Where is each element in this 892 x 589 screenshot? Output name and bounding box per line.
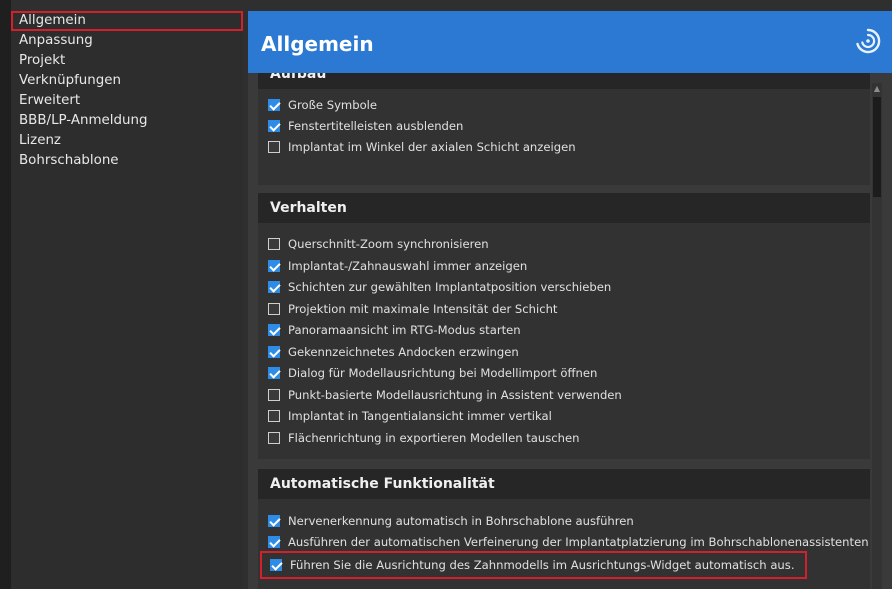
sidebar-item-allgemein[interactable]: Allgemein	[11, 11, 243, 31]
option-automatische-verfeinerung[interactable]: Ausführen der automatischen Verfeinerung…	[268, 532, 869, 552]
checkbox[interactable]	[268, 536, 280, 548]
option-label: Implantat im Winkel der axialen Schicht …	[288, 140, 576, 154]
page-header: Allgemein	[248, 11, 892, 73]
option-fenstertitelleisten[interactable]: Fenstertitelleisten ausblenden	[268, 116, 463, 136]
sidebar-item-bohrschablone[interactable]: Bohrschablone	[11, 151, 243, 171]
checkbox[interactable]	[268, 99, 280, 111]
option-nervenerkennung[interactable]: Nervenerkennung automatisch in Bohrschab…	[268, 511, 634, 531]
sidebar-item-lizenz[interactable]: Lizenz	[11, 131, 243, 151]
checkbox[interactable]	[268, 410, 280, 422]
option-label: Führen Sie die Ausrichtung des Zahnmodel…	[290, 558, 795, 572]
section-title: Aufbau	[258, 73, 870, 89]
scrollbar-thumb[interactable]	[873, 97, 881, 197]
checkbox[interactable]	[268, 324, 280, 336]
settings-sidebar: Allgemein Anpassung Projekt Verknüpfunge…	[11, 11, 243, 589]
option-schichten-verschieben[interactable]: Schichten zur gewählten Implantatpositio…	[268, 277, 611, 297]
vertical-scrollbar[interactable]: ▲	[872, 83, 882, 589]
option-label: Gekennzeichnetes Andocken erzwingen	[288, 345, 519, 359]
option-implantat-winkel[interactable]: Implantat im Winkel der axialen Schicht …	[268, 137, 576, 157]
checkbox[interactable]	[268, 432, 280, 444]
settings-content: Aufbau Große Symbole Fenstertitelleisten…	[258, 73, 870, 589]
option-label: Implantat in Tangentialansicht immer ver…	[288, 409, 552, 423]
option-label: Implantat-/Zahnauswahl immer anzeigen	[288, 259, 528, 273]
settings-window: Allgemein Anpassung Projekt Verknüpfunge…	[0, 0, 892, 589]
sidebar-item-projekt[interactable]: Projekt	[11, 51, 243, 71]
checkbox[interactable]	[270, 559, 282, 571]
scroll-up-arrow-icon[interactable]: ▲	[872, 83, 882, 95]
section-title: Automatische Funktionalität	[258, 469, 870, 499]
section-automatische-funktionalitaet: Automatische Funktionalität Nervenerkenn…	[258, 469, 870, 589]
option-grosse-symbole[interactable]: Große Symbole	[268, 95, 377, 115]
checkbox[interactable]	[268, 260, 280, 272]
option-flaechenrichtung[interactable]: Flächenrichtung in exportieren Modellen …	[268, 428, 579, 448]
sidebar-item-verknuepfungen[interactable]: Verknüpfungen	[11, 71, 243, 91]
checkbox[interactable]	[268, 120, 280, 132]
checkbox[interactable]	[268, 141, 280, 153]
option-punkt-basierte-ausrichtung[interactable]: Punkt-basierte Modellausrichtung in Assi…	[268, 385, 622, 405]
option-label: Ausführen der automatischen Verfeinerung…	[288, 535, 869, 549]
checkbox[interactable]	[268, 515, 280, 527]
option-querschnitt-zoom[interactable]: Querschnitt-Zoom synchronisieren	[268, 234, 489, 254]
option-panoramaansicht[interactable]: Panoramaansicht im RTG-Modus starten	[268, 320, 521, 340]
settings-main-panel: Allgemein Aufbau Große Symbole Fensterti…	[248, 11, 892, 589]
option-label: Punkt-basierte Modellausrichtung in Assi…	[288, 388, 622, 402]
option-label: Schichten zur gewählten Implantatpositio…	[288, 280, 612, 294]
option-zahnmodell-ausrichtung[interactable]: Führen Sie die Ausrichtung des Zahnmodel…	[260, 551, 807, 579]
option-andocken-erzwingen[interactable]: Gekennzeichnetes Andocken erzwingen	[268, 342, 519, 362]
option-label: Querschnitt-Zoom synchronisieren	[288, 237, 489, 251]
option-implantat-vertikal[interactable]: Implantat in Tangentialansicht immer ver…	[268, 406, 552, 426]
checkbox[interactable]	[268, 346, 280, 358]
option-label: Flächenrichtung in exportieren Modellen …	[288, 431, 580, 445]
checkbox[interactable]	[268, 281, 280, 293]
option-label: Projektion mit maximale Intensität der S…	[288, 302, 558, 316]
section-title: Verhalten	[258, 193, 870, 223]
checkbox[interactable]	[268, 367, 280, 379]
option-label: Dialog für Modellausrichtung bei Modelli…	[288, 366, 598, 380]
section-aufbau: Aufbau Große Symbole Fenstertitelleisten…	[258, 73, 870, 185]
sidebar-item-bbb-lp-anmeldung[interactable]: BBB/LP-Anmeldung	[11, 111, 243, 131]
checkbox[interactable]	[268, 238, 280, 250]
option-label: Nervenerkennung automatisch in Bohrschab…	[288, 514, 634, 528]
spiral-logo-icon	[856, 28, 881, 54]
checkbox[interactable]	[268, 303, 280, 315]
option-label: Große Symbole	[288, 98, 378, 112]
sidebar-item-erweitert[interactable]: Erweitert	[11, 91, 243, 111]
page-title: Allgemein	[261, 32, 374, 56]
checkbox[interactable]	[268, 389, 280, 401]
option-label: Fenstertitelleisten ausblenden	[288, 119, 464, 133]
option-label: Panoramaansicht im RTG-Modus starten	[288, 323, 521, 337]
sidebar-item-anpassung[interactable]: Anpassung	[11, 31, 243, 51]
option-dialog-modellausrichtung[interactable]: Dialog für Modellausrichtung bei Modelli…	[268, 363, 597, 383]
option-implantat-zahnauswahl[interactable]: Implantat-/Zahnauswahl immer anzeigen	[268, 256, 527, 276]
option-projektion-intensitaet[interactable]: Projektion mit maximale Intensität der S…	[268, 299, 557, 319]
window-edge	[0, 0, 11, 589]
section-verhalten: Verhalten Querschnitt-Zoom synchronisier…	[258, 193, 870, 459]
